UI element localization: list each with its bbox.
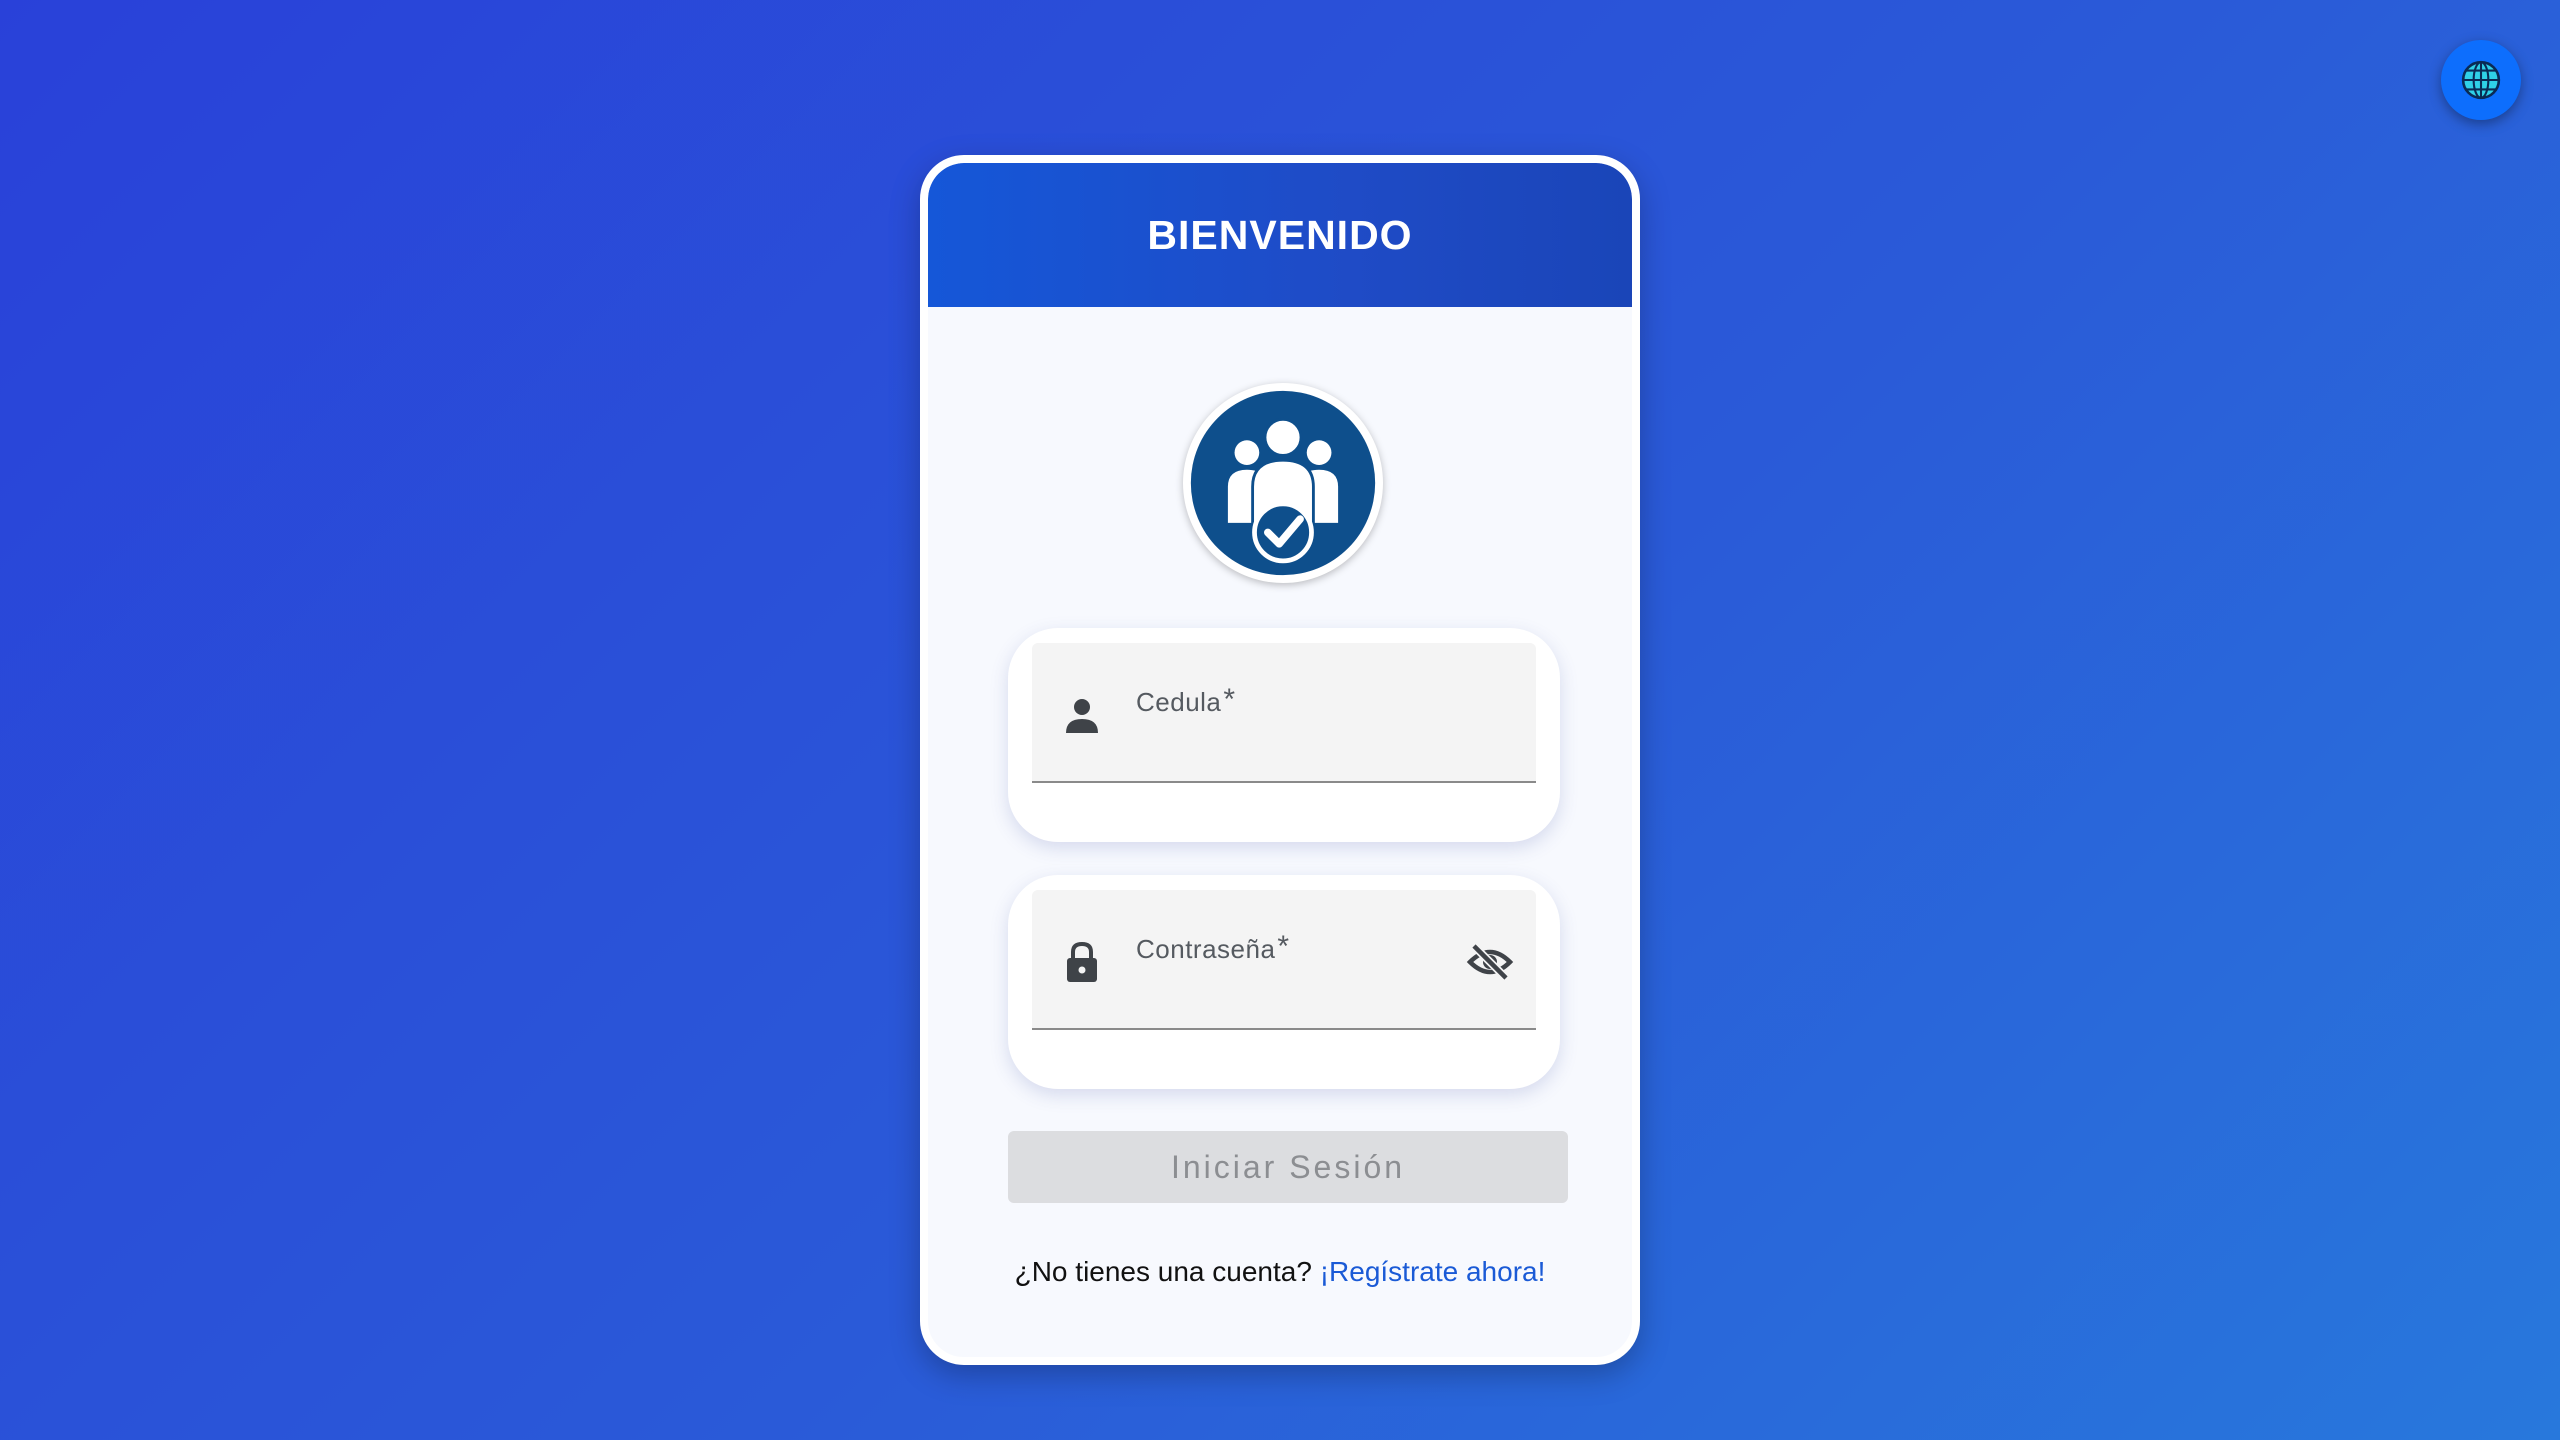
cedula-label: Cedula* [1136,683,1236,717]
person-icon [1066,699,1098,733]
app-logo [1183,383,1383,583]
register-link[interactable]: ¡Regístrate ahora! [1320,1256,1546,1287]
page-title: BIENVENIDO [1147,211,1413,258]
cedula-field-card: Cedula* [1008,628,1560,842]
users-check-icon [1190,390,1376,576]
register-text: ¿No tienes una cuenta? [1014,1256,1312,1287]
cedula-field[interactable]: Cedula* [1032,643,1536,783]
password-label: Contraseña* [1136,930,1290,964]
login-button[interactable]: Iniciar Sesión [1008,1131,1568,1203]
register-prompt: ¿No tienes una cuenta? ¡Regístrate ahora… [928,1256,1632,1288]
language-button[interactable] [2441,40,2521,120]
eye-off-icon[interactable] [1466,940,1514,984]
password-field[interactable]: Contraseña* [1032,890,1536,1030]
card-header: BIENVENIDO [928,163,1632,307]
login-card: BIENVENIDO Cedula* Contraseña* Iniciar S… [920,155,1640,1365]
lock-icon [1067,941,1097,982]
password-field-card: Contraseña* [1008,875,1560,1089]
globe-icon [2461,60,2501,100]
